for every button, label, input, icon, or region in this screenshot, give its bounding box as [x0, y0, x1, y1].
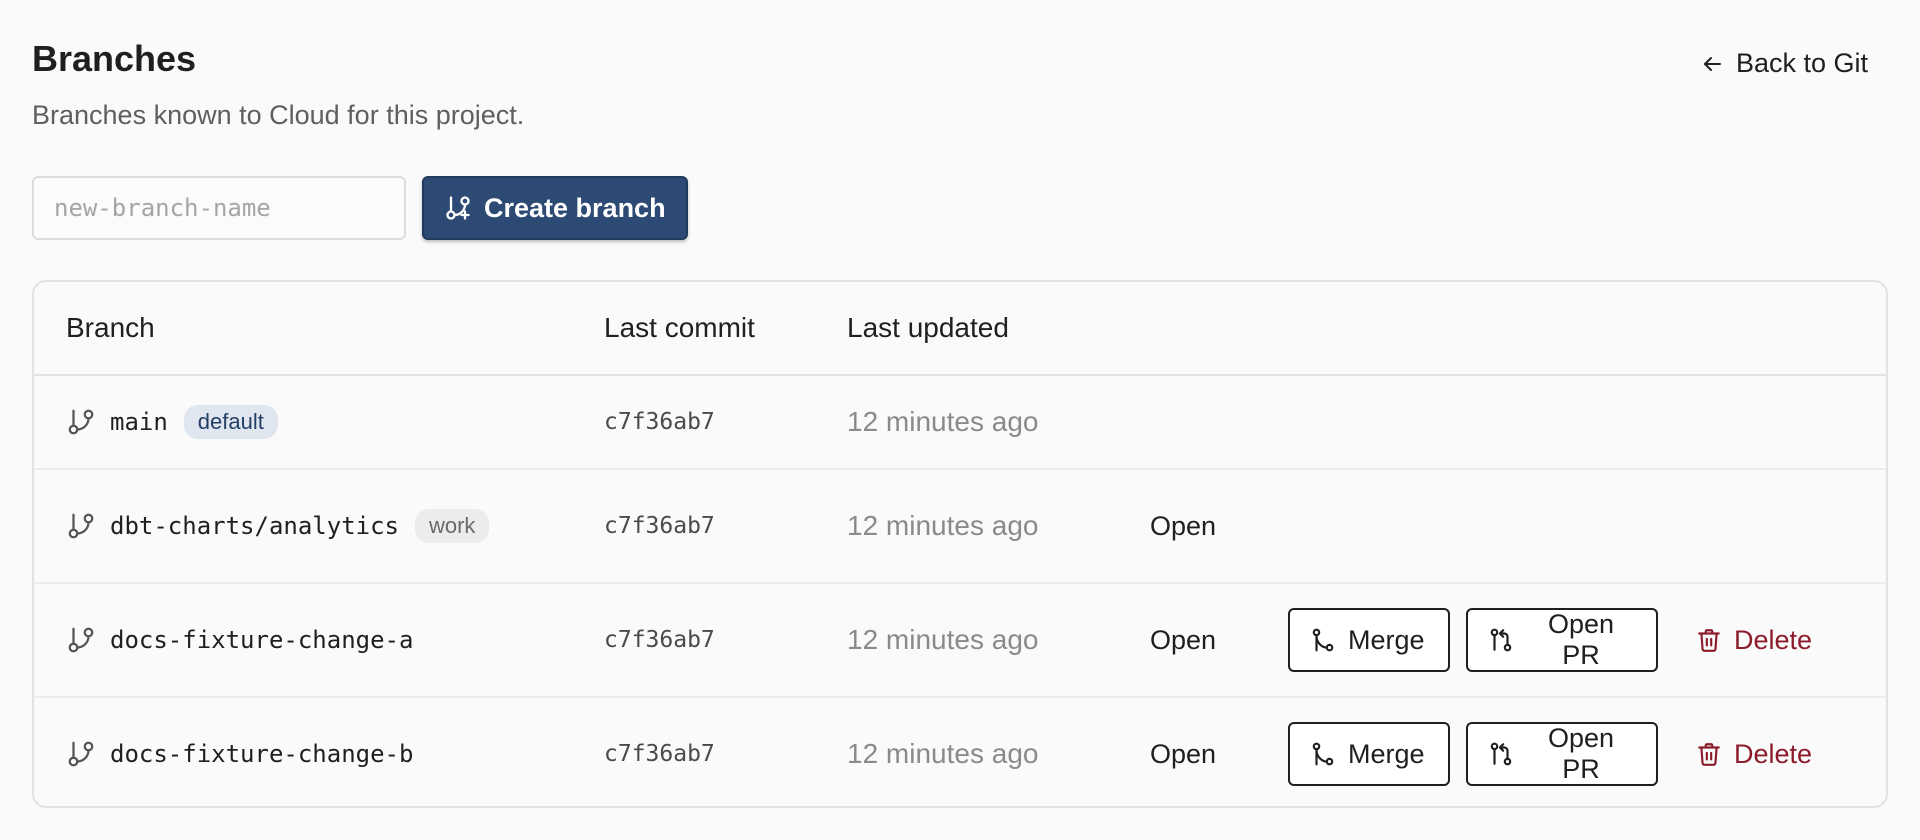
branch-cell: docs-fixture-change-b: [66, 698, 414, 806]
arrow-left-icon: [1700, 52, 1724, 76]
status-label: Open: [1150, 624, 1217, 655]
branch-name: main: [110, 408, 168, 436]
status-label: Open: [1150, 738, 1217, 769]
branch-cell: main default: [66, 376, 278, 468]
last-updated-time: 12 minutes ago: [847, 738, 1039, 769]
delete-button[interactable]: Delete: [1696, 739, 1812, 770]
last-commit-hash: c7f36ab7: [604, 409, 715, 435]
trash-icon: [1696, 741, 1722, 767]
open-pr-label: Open PR: [1547, 609, 1615, 670]
git-branch-icon: [66, 407, 96, 437]
delete-label: Delete: [1734, 738, 1813, 769]
branch-cell: dbt-charts/analytics work: [66, 470, 490, 582]
table-row: docs-fixture-change-a c7f36ab7 12 minute…: [34, 584, 1886, 698]
git-branch-icon: [66, 625, 96, 655]
column-header-branch: Branch: [66, 312, 155, 343]
git-merge-icon: [1310, 741, 1336, 767]
column-header-last-updated: Last updated: [847, 312, 1009, 343]
page-subtitle: Branches known to Cloud for this project…: [32, 100, 525, 130]
git-pull-request-icon: [1488, 741, 1514, 767]
row-actions: Merge Open PR Delete: [1288, 698, 1812, 806]
delete-button[interactable]: Delete: [1696, 625, 1812, 656]
create-branch-form: Create branch: [32, 176, 688, 240]
git-merge-icon: [1310, 627, 1336, 653]
create-branch-button[interactable]: Create branch: [422, 176, 688, 240]
last-updated-time: 12 minutes ago: [847, 406, 1039, 437]
merge-label: Merge: [1348, 624, 1425, 655]
merge-button[interactable]: Merge: [1288, 608, 1450, 672]
git-branch-icon: [66, 511, 96, 541]
new-branch-name-input[interactable]: [32, 176, 406, 240]
git-branch-plus-icon: [444, 194, 472, 222]
branch-cell: docs-fixture-change-a: [66, 584, 413, 696]
open-pr-button[interactable]: Open PR: [1466, 608, 1658, 672]
delete-label: Delete: [1734, 624, 1813, 655]
column-header-last-commit: Last commit: [604, 312, 755, 343]
page-header: Branches Branches known to Cloud for thi…: [32, 0, 1888, 170]
branch-name: docs-fixture-change-a: [110, 626, 414, 654]
git-branch-icon: [66, 739, 96, 769]
table-row: dbt-charts/analytics work c7f36ab7 12 mi…: [34, 470, 1886, 584]
default-badge: default: [183, 405, 278, 439]
row-actions: Merge Open PR Delete: [1288, 584, 1812, 696]
table-row: main default c7f36ab7 12 minutes ago: [34, 376, 1886, 470]
open-pr-label: Open PR: [1547, 723, 1615, 784]
last-updated-time: 12 minutes ago: [847, 624, 1039, 655]
back-to-git-label: Back to Git: [1735, 48, 1868, 78]
last-commit-hash: c7f36ab7: [604, 627, 715, 653]
last-updated-time: 12 minutes ago: [847, 510, 1039, 541]
git-pull-request-icon: [1488, 627, 1514, 653]
create-branch-label: Create branch: [484, 192, 666, 223]
work-badge: work: [414, 509, 490, 543]
table-header: Branch Last commit Last updated: [34, 282, 1886, 376]
page-title: Branches: [32, 38, 197, 79]
back-to-git-link[interactable]: Back to Git: [1700, 48, 1868, 79]
trash-icon: [1696, 627, 1722, 653]
merge-button[interactable]: Merge: [1288, 722, 1450, 786]
status-label: Open: [1150, 510, 1217, 541]
branches-page: Branches Branches known to Cloud for thi…: [0, 0, 1920, 840]
last-commit-hash: c7f36ab7: [604, 741, 715, 767]
merge-label: Merge: [1348, 738, 1425, 769]
table-row: docs-fixture-change-b c7f36ab7 12 minute…: [34, 698, 1886, 806]
branch-name: docs-fixture-change-b: [110, 740, 414, 768]
branch-name: dbt-charts/analytics: [110, 512, 399, 540]
open-pr-button[interactable]: Open PR: [1466, 722, 1658, 786]
branches-table: Branch Last commit Last updated main def…: [32, 280, 1888, 808]
last-commit-hash: c7f36ab7: [604, 513, 715, 539]
